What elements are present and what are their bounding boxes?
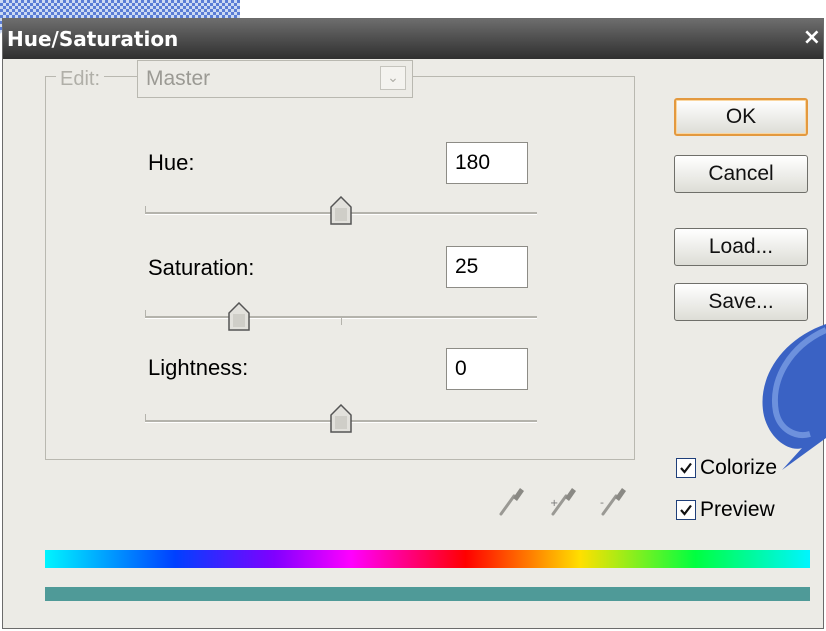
svg-text:+: + [550, 498, 558, 509]
slider-thumb-icon[interactable] [329, 196, 353, 226]
output-color-bar [45, 587, 810, 601]
lightness-input[interactable]: 0 [446, 348, 528, 390]
eyedropper-icon[interactable] [496, 482, 526, 518]
save-button[interactable]: Save... [674, 283, 808, 321]
lightness-label: Lightness: [148, 355, 249, 380]
lightness-slider-tick [145, 414, 146, 422]
edit-select[interactable]: Master ⌄ [137, 60, 413, 98]
eyedropper-minus-icon[interactable]: - [598, 482, 628, 518]
preview-label: Preview [700, 498, 775, 521]
saturation-label: Saturation: [148, 255, 255, 280]
chevron-down-icon[interactable]: ⌄ [380, 66, 406, 90]
slider-thumb-icon[interactable] [329, 404, 353, 434]
load-button[interactable]: Load... [674, 228, 808, 266]
edit-label: Edit: [56, 68, 105, 91]
colorize-label: Colorize [700, 456, 778, 479]
saturation-slider-tick [145, 310, 146, 318]
title-bar[interactable]: Hue/Saturation × [3, 19, 823, 59]
adjustment-group [45, 76, 635, 460]
hue-label: Hue: [148, 150, 195, 175]
colorize-checkbox[interactable] [676, 458, 696, 478]
saturation-center-tick [341, 316, 342, 325]
preview-checkbox[interactable] [676, 500, 696, 520]
checkmark-icon [680, 462, 692, 474]
slider-thumb-icon[interactable] [227, 302, 251, 332]
hue-input[interactable]: 180 [446, 142, 528, 184]
saturation-input[interactable]: 25 [446, 246, 528, 288]
input-color-bar [45, 550, 810, 568]
edit-select-value: Master [146, 67, 211, 90]
svg-text:-: - [600, 496, 604, 509]
close-icon[interactable]: × [803, 25, 821, 50]
hue-slider-tick [145, 206, 146, 214]
eyedropper-plus-icon[interactable]: + [548, 482, 578, 518]
cancel-button[interactable]: Cancel [674, 155, 808, 193]
ok-button[interactable]: OK [674, 98, 808, 136]
checkmark-icon [680, 504, 692, 516]
dialog-title: Hue/Saturation [7, 27, 179, 51]
